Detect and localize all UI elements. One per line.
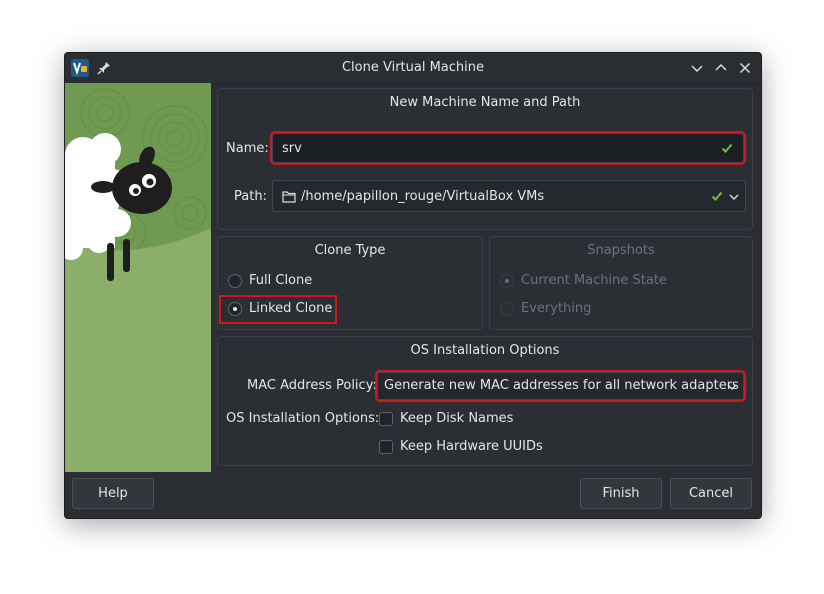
window-title: Clone Virtual Machine <box>341 60 485 75</box>
titlebar: Clone Virtual Machine <box>65 53 761 84</box>
folder-icon <box>282 191 296 203</box>
snapshots-group: Snapshots Current Machine State Everythi… <box>489 236 753 330</box>
clone-type-title: Clone Type <box>314 243 386 258</box>
current-state-radio <box>500 274 514 288</box>
valid-check-icon <box>721 143 733 153</box>
name-path-group: New Machine Name and Path Name: srv Path… <box>217 88 753 230</box>
linked-clone-radio[interactable] <box>228 302 242 316</box>
os-options-label: OS Installation Options: <box>226 411 380 426</box>
keep-disk-names-checkbox[interactable] <box>379 412 393 426</box>
finish-button[interactable]: Finish <box>580 478 662 509</box>
mac-policy-label: MAC Address Policy: <box>247 378 377 393</box>
clone-type-group: Clone Type Full Clone Linked Clone <box>217 236 483 330</box>
mac-policy-select[interactable]: Generate new MAC addresses for all netwo… <box>375 370 746 402</box>
chevron-down-icon[interactable] <box>726 381 738 393</box>
path-label: Path: <box>234 189 267 204</box>
valid-check-icon <box>711 191 723 201</box>
chevron-down-icon[interactable] <box>728 191 740 203</box>
name-label: Name: <box>226 141 269 156</box>
name-value: srv <box>282 141 302 156</box>
clone-vm-dialog: Clone Virtual Machine New Machine Name a… <box>64 52 762 519</box>
minimize-icon[interactable] <box>689 60 705 76</box>
current-state-label: Current Machine State <box>521 273 667 288</box>
keep-disk-names-label[interactable]: Keep Disk Names <box>400 411 513 426</box>
full-clone-radio[interactable] <box>228 274 242 288</box>
wizard-sheep-image <box>65 83 211 472</box>
name-path-title: New Machine Name and Path <box>389 95 581 110</box>
mac-policy-value: Generate new MAC addresses for all netwo… <box>384 378 739 393</box>
maximize-icon[interactable] <box>713 60 729 76</box>
full-clone-label[interactable]: Full Clone <box>249 273 312 288</box>
help-button[interactable]: Help <box>72 478 154 509</box>
close-icon[interactable] <box>737 60 753 76</box>
path-value: /home/papillon_rouge/VirtualBox VMs <box>301 189 545 204</box>
os-options-title: OS Installation Options <box>410 343 560 358</box>
everything-label: Everything <box>521 301 592 316</box>
keep-hardware-uuids-label[interactable]: Keep Hardware UUIDs <box>400 439 543 454</box>
snapshots-title: Snapshots <box>587 243 655 258</box>
keep-hardware-uuids-checkbox[interactable] <box>379 440 393 454</box>
everything-radio <box>500 302 514 316</box>
linked-clone-label[interactable]: Linked Clone <box>249 301 332 316</box>
os-options-group: OS Installation Options MAC Address Poli… <box>217 336 753 466</box>
path-selector[interactable]: /home/papillon_rouge/VirtualBox VMs <box>272 180 746 212</box>
cancel-button[interactable]: Cancel <box>670 478 752 509</box>
name-field[interactable]: srv <box>270 131 746 165</box>
